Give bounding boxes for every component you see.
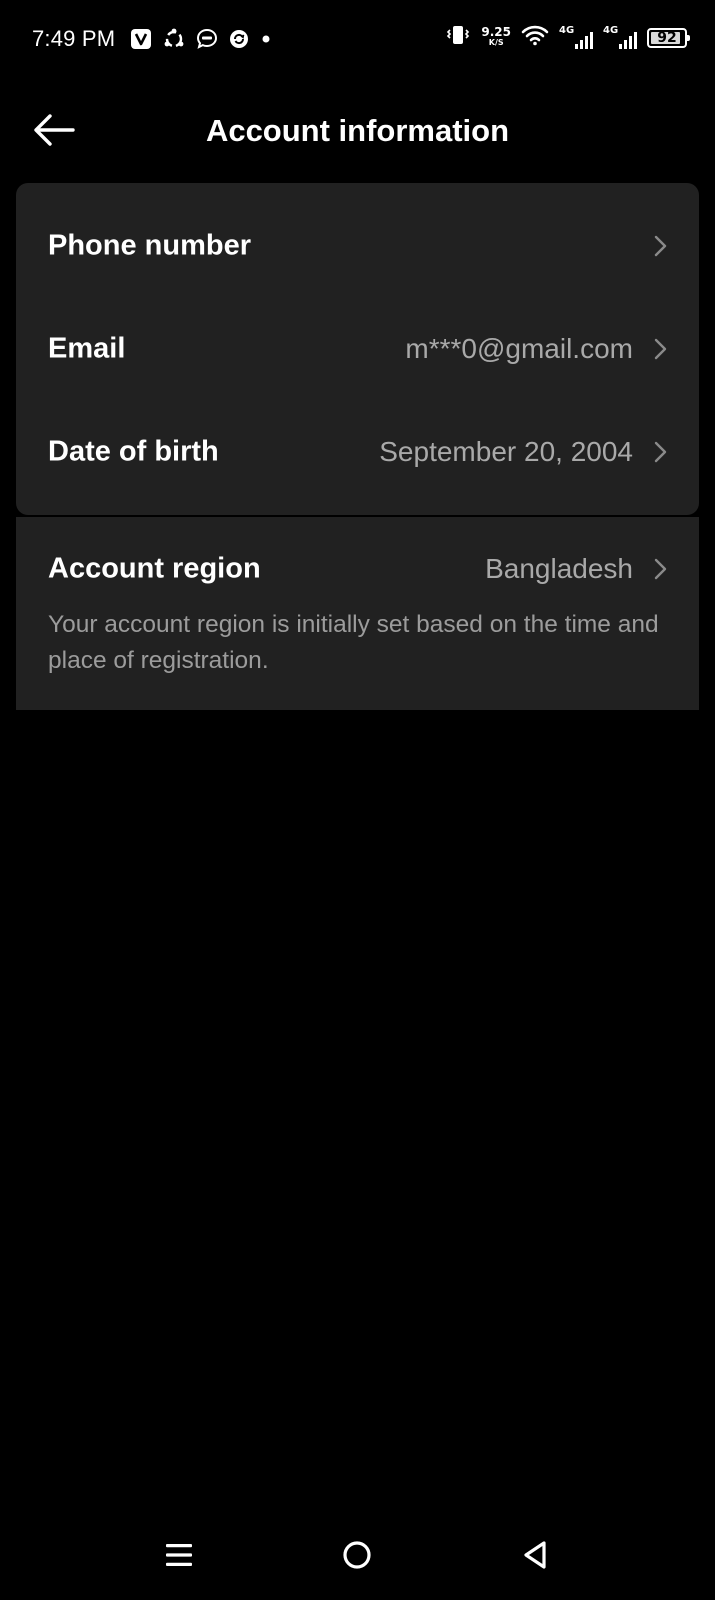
- notification-icons: [130, 27, 272, 51]
- cell-signal-1: 4G: [559, 25, 593, 51]
- wifi-icon: [521, 24, 549, 51]
- v-app-icon: [130, 28, 152, 50]
- date-of-birth-label: Date of birth: [48, 435, 219, 468]
- network-speed-value: 9.25: [481, 25, 511, 39]
- phone-number-label: Phone number: [48, 229, 252, 262]
- status-bar: 7:49 PM 9.25 K/S 4G 4G 92: [0, 0, 715, 80]
- email-value: m***0@gmail.com: [405, 333, 633, 364]
- network-speed-unit: K/S: [488, 38, 504, 47]
- status-time: 7:49 PM: [32, 26, 116, 51]
- system-nav-bar: [0, 1510, 715, 1600]
- phone-number-row[interactable]: Phone number: [16, 206, 699, 286]
- date-of-birth-value: September 20, 2004: [379, 436, 633, 467]
- cell-signal-2: 4G: [603, 25, 637, 51]
- chevron-right-icon: [654, 338, 667, 360]
- account-region-row[interactable]: Account region Bangladesh: [16, 529, 699, 609]
- header: Account information: [0, 95, 715, 165]
- back-triangle-icon: [524, 1541, 546, 1569]
- share-app-icon: [162, 27, 186, 51]
- signal-bars-icon: [619, 31, 637, 49]
- battery-level: 92: [657, 29, 677, 46]
- account-region-value: Bangladesh: [485, 553, 633, 584]
- account-region-card: Account region Bangladesh Your account r…: [16, 517, 699, 710]
- chevron-right-icon: [654, 235, 667, 257]
- system-back-button[interactable]: [510, 1530, 560, 1580]
- home-circle-icon: [343, 1541, 371, 1569]
- page-title: Account information: [205, 113, 510, 148]
- network-type-2: 4G: [603, 24, 619, 36]
- sync-icon: [228, 28, 250, 50]
- email-label: Email: [48, 332, 126, 365]
- chevron-right-icon: [654, 558, 667, 580]
- vibrate-icon: [445, 24, 471, 51]
- more-notifications-dot-icon: [260, 33, 272, 45]
- system-status-icons: 9.25 K/S 4G 4G 92: [445, 24, 690, 51]
- account-info-card: Phone number Email m***0@gmail.com Date …: [16, 183, 699, 515]
- date-of-birth-row[interactable]: Date of birth September 20, 2004: [16, 412, 699, 492]
- email-row[interactable]: Email m***0@gmail.com: [16, 309, 699, 389]
- account-region-label: Account region: [48, 552, 261, 585]
- battery-icon: 92: [647, 27, 690, 48]
- signal-bars-icon: [575, 31, 593, 49]
- network-type-1: 4G: [559, 24, 575, 36]
- home-button[interactable]: [332, 1530, 382, 1580]
- network-speed: 9.25 K/S: [481, 25, 511, 48]
- recents-button[interactable]: [154, 1530, 204, 1580]
- imo-app-icon: [196, 28, 218, 50]
- menu-icon: [166, 1544, 192, 1566]
- chevron-right-icon: [654, 441, 667, 463]
- account-region-note: Your account region is initially set bas…: [48, 611, 659, 674]
